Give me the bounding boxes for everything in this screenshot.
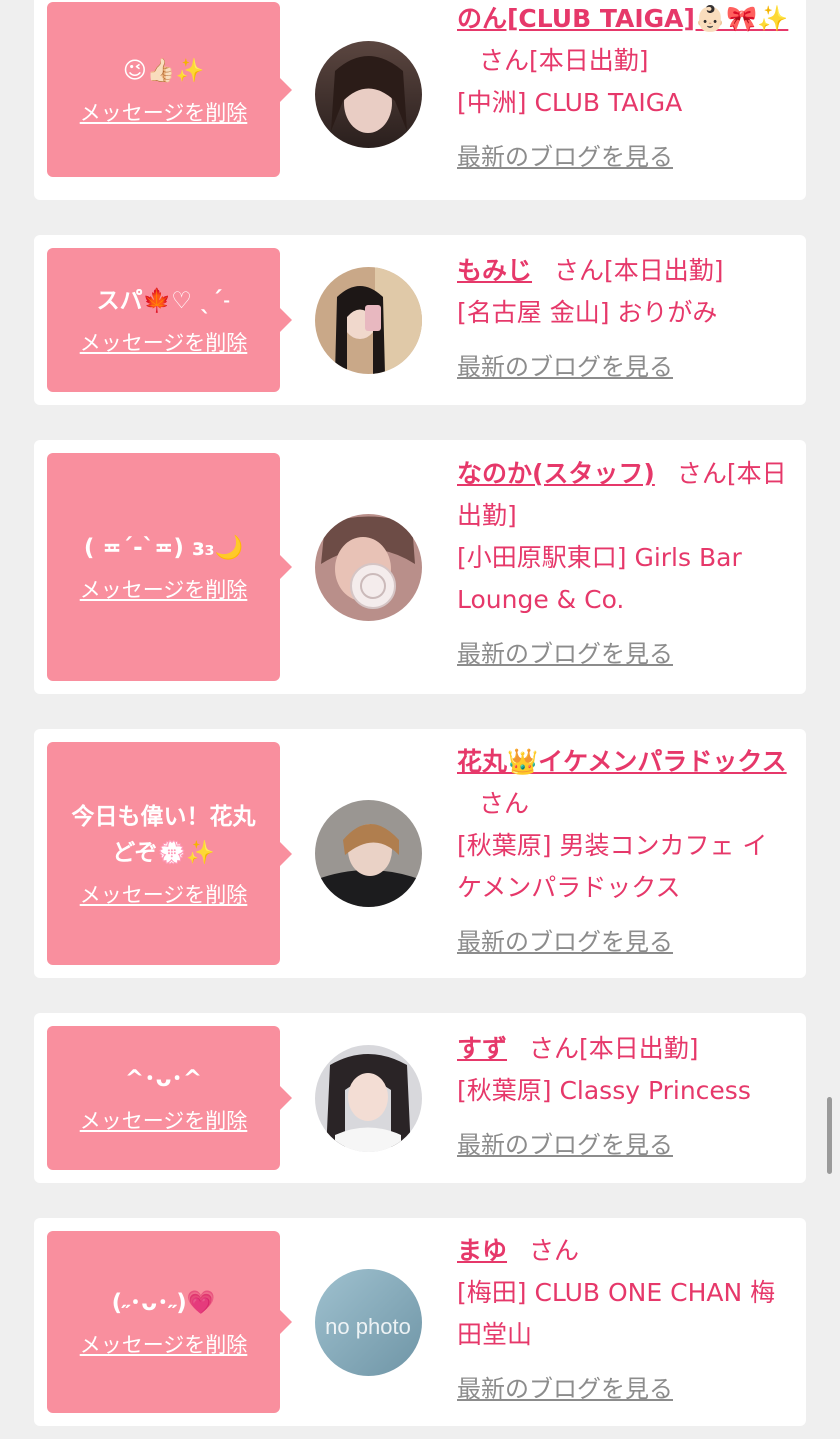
latest-blog-link[interactable]: 最新のブログを見る <box>457 346 673 388</box>
message-text: ^･ᴗ･^ <box>124 1066 203 1092</box>
delete-message-link[interactable]: メッセージを削除 <box>80 1105 248 1135</box>
message-bubble: 今日も偉い！花丸 どぞ💮✨ メッセージを削除 <box>47 742 292 965</box>
avatar[interactable] <box>315 800 422 907</box>
latest-blog-link[interactable]: 最新のブログを見る <box>457 921 673 963</box>
cast-info: のん[CLUB TAIGA]👶🏻🎀✨ さん[本日出勤] [中洲] CLUB TAI… <box>457 0 792 178</box>
latest-blog-link[interactable]: 最新のブログを見る <box>457 633 673 675</box>
message-text: 😉👍🏻✨ <box>122 57 205 84</box>
shop-name: [秋葉原] Classy Princess <box>457 1076 751 1105</box>
shop-name: [中洲] CLUB TAIGA <box>457 88 683 117</box>
message-text: スパ🍁♡ ˎˊ˗ <box>96 288 231 314</box>
message-bubble: 😉👍🏻✨ メッセージを削除 <box>47 2 292 177</box>
cast-name-link[interactable]: すず <box>457 1034 507 1063</box>
attendance-status: [本日出勤] <box>529 46 649 75</box>
no-photo-placeholder: no photo <box>325 1314 411 1339</box>
cast-name-link[interactable]: まゆ <box>457 1236 507 1265</box>
avatar[interactable] <box>315 514 422 621</box>
latest-blog-link[interactable]: 最新のブログを見る <box>457 1124 673 1166</box>
honorific: さん <box>676 459 727 488</box>
message-bubble: スパ🍁♡ ˎˊ˗ メッセージを削除 <box>47 248 292 392</box>
message-card: (˶･ᴗ･˶)💗 メッセージを削除 no photo まゆ さん [梅田] CLU… <box>34 1218 806 1426</box>
latest-blog-link[interactable]: 最新のブログを見る <box>457 1368 673 1410</box>
message-card: ^･ᴗ･^ メッセージを削除 すず さん[本日出勤] [秋葉原] Classy P… <box>34 1013 806 1183</box>
message-bubble: (˶･ᴗ･˶)💗 メッセージを削除 <box>47 1231 292 1413</box>
attendance-status: [本日出勤] <box>579 1034 699 1063</box>
honorific: さん <box>529 1236 580 1265</box>
cast-name-link[interactable]: 花丸👑イケメンパラドックス <box>457 747 787 776</box>
delete-message-link[interactable]: メッセージを削除 <box>80 574 248 604</box>
avatar[interactable] <box>315 1045 422 1152</box>
honorific: さん <box>479 789 530 818</box>
message-feed: 😉👍🏻✨ メッセージを削除 のん[CLUB TAIGA]👶🏻🎀✨さん[本日出勤]… <box>0 0 840 1439</box>
message-bubble: ( ≖ˊ-ˋ≖) ɜ₃🌙 メッセージを削除 <box>47 453 292 681</box>
honorific: さん <box>554 256 605 285</box>
shop-name: [梅田] CLUB ONE CHAN 梅田堂山 <box>457 1278 776 1349</box>
scrollbar[interactable] <box>827 1097 832 1174</box>
avatar[interactable] <box>315 41 422 148</box>
honorific: さん <box>529 1034 580 1063</box>
message-card: 今日も偉い！花丸 どぞ💮✨ メッセージを削除 花丸👑イケメンパラドックスさん [… <box>34 729 806 978</box>
message-bubble: ^･ᴗ･^ メッセージを削除 <box>47 1026 292 1170</box>
shop-name: [秋葉原] 男装コンカフェ イケメンパラドックス <box>457 831 768 902</box>
honorific: さん <box>479 46 530 75</box>
cast-name-link[interactable]: なのか(スタッフ) <box>457 459 655 488</box>
delete-message-link[interactable]: メッセージを削除 <box>80 97 248 127</box>
delete-message-link[interactable]: メッセージを削除 <box>80 879 248 909</box>
cast-name-link[interactable]: もみじ <box>457 256 532 285</box>
message-text: (˶･ᴗ･˶)💗 <box>111 1290 216 1316</box>
cast-info: まゆ さん [梅田] CLUB ONE CHAN 梅田堂山 最新のブログを見る <box>457 1230 792 1410</box>
shop-name: [名古屋 金山] おりがみ <box>457 298 718 327</box>
shop-name: [小田原駅東口] Girls Bar Lounge & Co. <box>457 543 742 614</box>
delete-message-link[interactable]: メッセージを削除 <box>80 1329 248 1359</box>
cast-name-link[interactable]: のん[CLUB TAIGA]👶🏻🎀✨ <box>457 4 788 33</box>
message-card: ( ≖ˊ-ˋ≖) ɜ₃🌙 メッセージを削除 なのか(スタッフ) さん[本日出勤] … <box>34 440 806 694</box>
message-text: ( ≖ˊ-ˋ≖) ɜ₃🌙 <box>83 535 244 561</box>
avatar[interactable]: no photo <box>315 1269 422 1376</box>
latest-blog-link[interactable]: 最新のブログを見る <box>457 136 673 178</box>
cast-info: もみじ さん[本日出勤] [名古屋 金山] おりがみ 最新のブログを見る <box>457 250 792 388</box>
cast-info: すず さん[本日出勤] [秋葉原] Classy Princess 最新のブログを… <box>457 1028 792 1166</box>
delete-message-link[interactable]: メッセージを削除 <box>80 327 248 357</box>
message-card: スパ🍁♡ ˎˊ˗ メッセージを削除 もみじ さん[本日出勤] [名古屋 金山] お… <box>34 235 806 405</box>
avatar[interactable] <box>315 267 422 374</box>
message-card: 😉👍🏻✨ メッセージを削除 のん[CLUB TAIGA]👶🏻🎀✨ さん[本日出勤]… <box>34 0 806 200</box>
cast-info: なのか(スタッフ) さん[本日出勤] [小田原駅東口] Girls Bar Lou… <box>457 453 792 675</box>
attendance-status: [本日出勤] <box>604 256 724 285</box>
message-text: 今日も偉い！花丸 どぞ💮✨ <box>71 803 256 866</box>
cast-info: 花丸👑イケメンパラドックスさん [秋葉原] 男装コンカフェ イケメンパラドックス… <box>457 741 792 963</box>
